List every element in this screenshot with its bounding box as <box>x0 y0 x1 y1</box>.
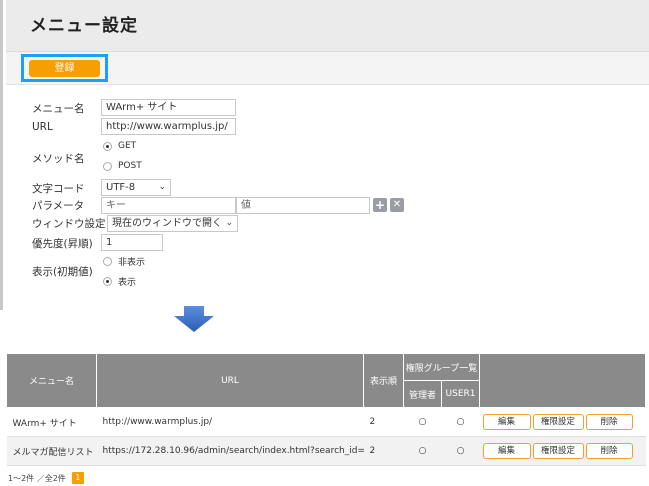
param-value-input[interactable]: 値 <box>236 197 370 214</box>
header-url: URL <box>96 353 364 408</box>
radio-shown[interactable] <box>103 276 112 286</box>
chevron-down-icon: ⌄ <box>158 182 166 192</box>
row-admin-mark: ○ <box>403 407 442 437</box>
permission-setting-button[interactable]: 権限設定 <box>532 443 584 459</box>
row-url: https://172.28.10.96/admin/search/index.… <box>96 436 364 466</box>
display-option-hidden-label: 非表示 <box>118 257 146 268</box>
row-menu-name: メルマガ配信リスト <box>6 436 97 466</box>
method-label: メソッド名 <box>32 153 85 165</box>
param-label: パラメータ <box>32 200 85 212</box>
priority-input[interactable]: 1 <box>101 234 163 251</box>
row-order: 2 <box>363 407 404 437</box>
page-number-button[interactable]: 1 <box>71 472 84 484</box>
url-input[interactable]: http://www.warmplus.jp/ <box>101 118 236 135</box>
row-admin-mark: ○ <box>403 436 442 466</box>
remove-param-close-icon[interactable]: ✕ <box>390 198 404 212</box>
chevron-down-icon: ⌄ <box>225 218 233 228</box>
row-url: http://www.warmplus.jp/ <box>96 407 364 437</box>
header-admin: 管理者 <box>403 380 442 408</box>
window-setting-select-value: 現在のウィンドウで開く <box>112 218 222 229</box>
table-row: WArm+ サイト http://www.warmplus.jp/ 2 ○ ○ … <box>6 407 646 437</box>
header-menu-name: メニュー名 <box>6 353 97 408</box>
display-option-hidden[interactable]: 非表示 <box>103 254 145 268</box>
row-user1-mark: ○ <box>441 407 480 437</box>
url-label: URL <box>32 121 53 133</box>
delete-button[interactable]: 削除 <box>585 443 633 459</box>
row-user1-mark: ○ <box>441 436 480 466</box>
method-option-get[interactable]: GET <box>103 139 136 153</box>
charset-select[interactable]: UTF-8 ⌄ <box>101 179 171 196</box>
param-key-input[interactable]: キー <box>101 197 236 214</box>
add-param-plus-icon[interactable]: + <box>373 198 387 212</box>
permission-setting-button[interactable]: 権限設定 <box>532 414 584 430</box>
header-order: 表示順 <box>363 353 404 408</box>
row-menu-name: WArm+ サイト <box>6 407 97 437</box>
page-title: メニュー設定 <box>30 16 138 36</box>
edit-button[interactable]: 編集 <box>482 414 531 430</box>
charset-select-value: UTF-8 <box>106 182 136 193</box>
down-arrow-icon <box>174 306 214 332</box>
radio-hidden[interactable] <box>103 256 112 266</box>
menu-name-input[interactable]: WArm+ サイト <box>101 99 236 116</box>
charset-label: 文字コード <box>32 183 85 195</box>
priority-label: 優先度(昇順) <box>32 238 93 250</box>
method-option-post[interactable]: POST <box>103 159 142 173</box>
row-order: 2 <box>363 436 404 466</box>
display-label: 表示(初期値) <box>32 266 93 278</box>
header-permission-groups: 権限グループ一覧 <box>403 353 480 381</box>
display-option-shown-label: 表示 <box>118 277 137 288</box>
menu-name-label: メニュー名 <box>32 103 85 115</box>
menu-settings-panel: メニュー設定 登録 メニュー名 WArm+ サイト URL http://www… <box>0 0 649 310</box>
register-button[interactable]: 登録 <box>29 60 100 77</box>
radio-get[interactable] <box>103 141 112 151</box>
header-user1: USER1 <box>441 380 480 408</box>
pagination: 1～2件 ／全2件 1 <box>8 472 84 484</box>
display-option-shown[interactable]: 表示 <box>103 274 136 288</box>
table-row: メルマガ配信リスト https://172.28.10.96/admin/sea… <box>6 436 646 466</box>
radio-post[interactable] <box>103 161 112 171</box>
window-setting-label: ウィンドウ設定 <box>32 218 106 230</box>
menu-list-table: メニュー名 URL 表示順 権限グループ一覧 管理者 USER1 WArm+ サ… <box>6 353 646 466</box>
page-header: メニュー設定 <box>6 0 649 52</box>
header-actions <box>479 353 646 408</box>
window-setting-select[interactable]: 現在のウィンドウで開く ⌄ <box>107 215 238 232</box>
edit-button[interactable]: 編集 <box>482 443 531 459</box>
method-option-post-label: POST <box>118 161 142 171</box>
method-option-get-label: GET <box>118 141 137 151</box>
pagination-summary: 1～2件 ／全2件 <box>8 473 66 483</box>
delete-button[interactable]: 削除 <box>585 414 633 430</box>
